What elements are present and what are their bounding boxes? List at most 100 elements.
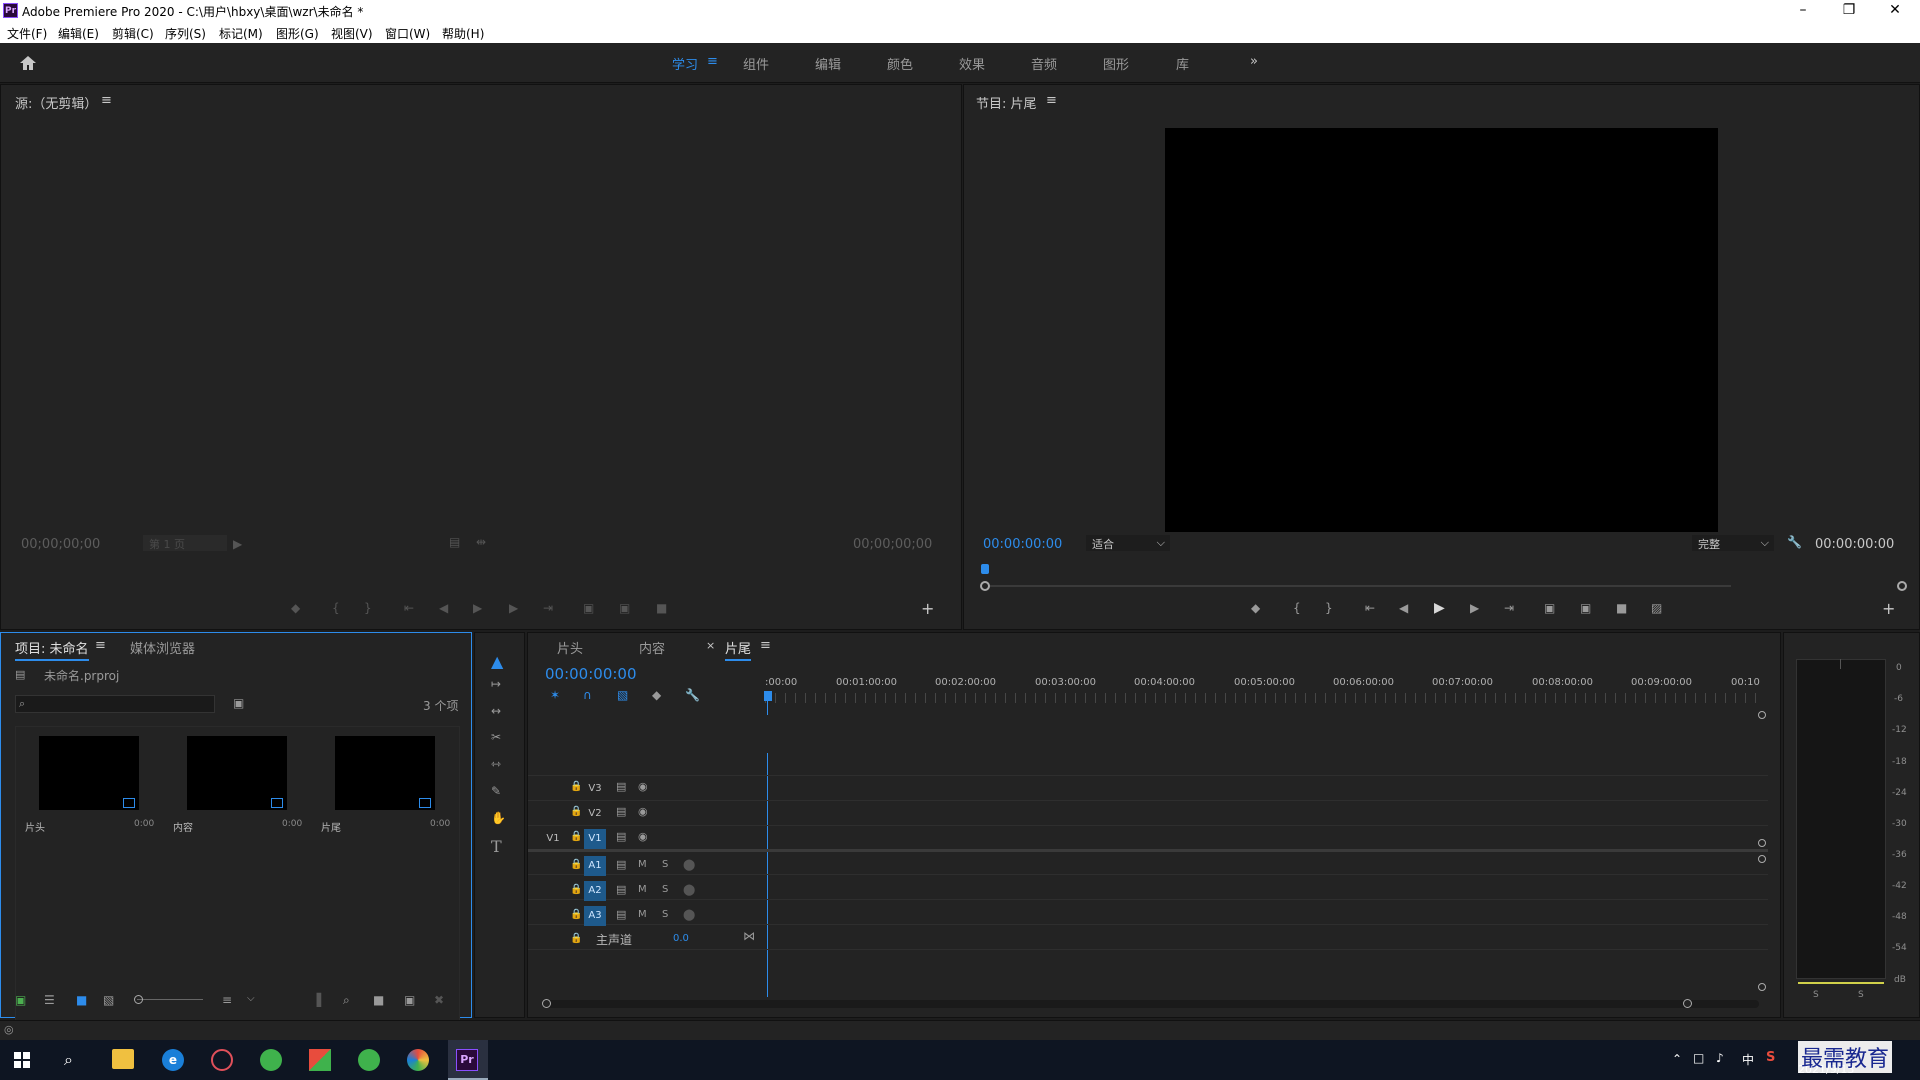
- close-tab-icon[interactable]: ×: [706, 639, 715, 652]
- v-scroll-handle-top[interactable]: [1758, 711, 1766, 719]
- taskbar-premiere-active[interactable]: Pr: [448, 1040, 488, 1080]
- insert-icon[interactable]: ▣: [583, 601, 594, 615]
- add-marker-icon[interactable]: ◆: [652, 688, 661, 702]
- step-forward-icon[interactable]: ▶: [509, 601, 518, 615]
- v-scroll-handle-mid[interactable]: [1758, 839, 1766, 847]
- source-patch-v1[interactable]: V1: [542, 829, 564, 849]
- search-icon[interactable]: ⌕: [64, 1050, 73, 1070]
- sync-lock-icon[interactable]: ▤: [616, 908, 626, 921]
- track-select-tool-icon[interactable]: ↦: [491, 677, 501, 691]
- menu-help[interactable]: 帮助(H): [442, 25, 484, 42]
- selection-tool-icon[interactable]: ▲: [491, 652, 503, 671]
- go-to-in-icon[interactable]: ⇤: [1365, 601, 1375, 615]
- menu-clip[interactable]: 剪辑(C): [112, 25, 154, 42]
- lock-icon[interactable]: 🔒: [570, 831, 582, 842]
- workspace-editing[interactable]: 编辑: [815, 54, 841, 73]
- solo-left-button[interactable]: S: [1813, 990, 1819, 1000]
- microphone-icon[interactable]: ⬤: [683, 858, 695, 871]
- play-icon[interactable]: ▶: [1434, 600, 1445, 616]
- nest-icon[interactable]: ✶: [550, 688, 560, 702]
- add-button-icon[interactable]: +: [1882, 599, 1895, 618]
- lock-icon[interactable]: 🔒: [570, 884, 582, 895]
- microphone-icon[interactable]: ⬤: [683, 883, 695, 896]
- lock-icon[interactable]: 🔒: [570, 806, 582, 817]
- workspace-assembly[interactable]: 组件: [743, 54, 769, 73]
- wrench-icon[interactable]: 🔧: [1787, 535, 1802, 549]
- workspace-audio[interactable]: 音频: [1031, 54, 1057, 73]
- sync-lock-icon[interactable]: ▤: [616, 805, 626, 818]
- clip-thumbnail-outro[interactable]: [335, 736, 435, 810]
- app-icon[interactable]: [309, 1049, 331, 1071]
- time-ruler-ticks[interactable]: [765, 693, 1760, 703]
- eye-icon[interactable]: ◉: [638, 830, 648, 843]
- list-view-icon[interactable]: ☰: [44, 993, 55, 1007]
- workspace-libraries[interactable]: 库: [1176, 54, 1189, 73]
- scroll-handle-right[interactable]: [1897, 581, 1907, 591]
- program-timecode[interactable]: 00:00:00:00: [983, 537, 1062, 552]
- menu-view[interactable]: 视图(V): [331, 25, 373, 42]
- go-to-out-icon[interactable]: ⇥: [543, 601, 553, 615]
- chevron-up-icon[interactable]: ⌃: [1672, 1052, 1682, 1066]
- source-timecode-in[interactable]: 00;00;00;00: [21, 537, 100, 552]
- menu-edit[interactable]: 编辑(E): [58, 25, 99, 42]
- icon-view-icon[interactable]: ■: [76, 993, 87, 1007]
- lock-icon[interactable]: ▣: [15, 993, 26, 1007]
- search-input[interactable]: ⌕: [15, 695, 215, 713]
- lock-icon[interactable]: 🔒: [570, 859, 582, 870]
- playhead-handle[interactable]: [764, 691, 772, 701]
- wrench-icon[interactable]: 🔧: [685, 688, 700, 702]
- zoom-slider[interactable]: [137, 999, 203, 1000]
- go-to-point-icon[interactable]: ⋈: [743, 929, 755, 943]
- razor-tool-icon[interactable]: ✂: [491, 730, 501, 744]
- go-to-in-icon[interactable]: ⇤: [404, 601, 414, 615]
- freeform-view-icon[interactable]: ▧: [103, 993, 114, 1007]
- sync-lock-icon[interactable]: ▤: [616, 883, 626, 896]
- automate-to-sequence-icon[interactable]: ▐: [312, 993, 321, 1007]
- export-frame-icon[interactable]: ■: [656, 601, 667, 615]
- mark-out-icon[interactable]: }: [1325, 601, 1333, 615]
- sort-icon[interactable]: ≡: [222, 993, 232, 1007]
- snap-icon[interactable]: ∩: [583, 688, 592, 702]
- h-scroll-handle-right[interactable]: [1683, 999, 1692, 1008]
- panel-menu-icon[interactable]: ≡: [95, 638, 106, 653]
- v-scroll-handle-audio[interactable]: [1758, 855, 1766, 863]
- zoom-select[interactable]: 适合 ⌵: [1086, 535, 1170, 551]
- sync-lock-icon[interactable]: ▤: [616, 780, 626, 793]
- chevron-down-icon[interactable]: ⌵: [247, 993, 255, 1004]
- solo-button[interactable]: S: [662, 884, 668, 895]
- edge-browser-icon[interactable]: e: [162, 1049, 184, 1071]
- volume-icon[interactable]: ♪: [1716, 1051, 1724, 1065]
- track-v1[interactable]: V1: [584, 829, 606, 849]
- lock-icon[interactable]: 🔒: [570, 909, 582, 920]
- workspace-graphics[interactable]: 图形: [1103, 54, 1129, 73]
- zoom-slider-handle[interactable]: [134, 995, 143, 1004]
- horizontal-scrollbar[interactable]: [544, 1000, 1759, 1008]
- sync-lock-icon[interactable]: ▤: [616, 830, 626, 843]
- slip-tool-icon[interactable]: ⇿: [491, 757, 501, 771]
- drag-video-icon[interactable]: ⇹: [476, 535, 486, 549]
- page-select[interactable]: 第 1 页: [143, 535, 227, 551]
- clip-thumbnail-content[interactable]: [187, 736, 287, 810]
- track-v2[interactable]: V2: [584, 804, 606, 824]
- type-tool-icon[interactable]: T: [491, 837, 502, 856]
- close-icon[interactable]: ✕: [1872, 0, 1918, 22]
- h-scroll-handle-left[interactable]: [542, 999, 551, 1008]
- lift-icon[interactable]: ▣: [1544, 601, 1555, 615]
- lock-icon[interactable]: 🔒: [570, 781, 582, 792]
- menu-file[interactable]: 文件(F): [7, 25, 47, 42]
- track-a2[interactable]: A2: [584, 881, 606, 901]
- workspace-menu-icon[interactable]: ≡: [707, 54, 718, 69]
- add-marker-icon[interactable]: ◆: [291, 601, 300, 615]
- eye-icon[interactable]: ◉: [638, 780, 648, 793]
- app-icon[interactable]: [358, 1049, 380, 1071]
- overwrite-icon[interactable]: ▣: [619, 601, 630, 615]
- panel-menu-icon[interactable]: ≡: [760, 638, 771, 653]
- chrome-icon[interactable]: [407, 1049, 429, 1071]
- tab-media-browser[interactable]: 媒体浏览器: [130, 638, 195, 657]
- solo-button[interactable]: S: [662, 859, 668, 870]
- mute-button[interactable]: M: [638, 909, 647, 920]
- track-a1[interactable]: A1: [584, 856, 606, 876]
- new-bin-icon[interactable]: ■: [373, 993, 384, 1007]
- pen-tool-icon[interactable]: ✎: [491, 784, 501, 798]
- trash-icon[interactable]: ✖: [434, 993, 444, 1007]
